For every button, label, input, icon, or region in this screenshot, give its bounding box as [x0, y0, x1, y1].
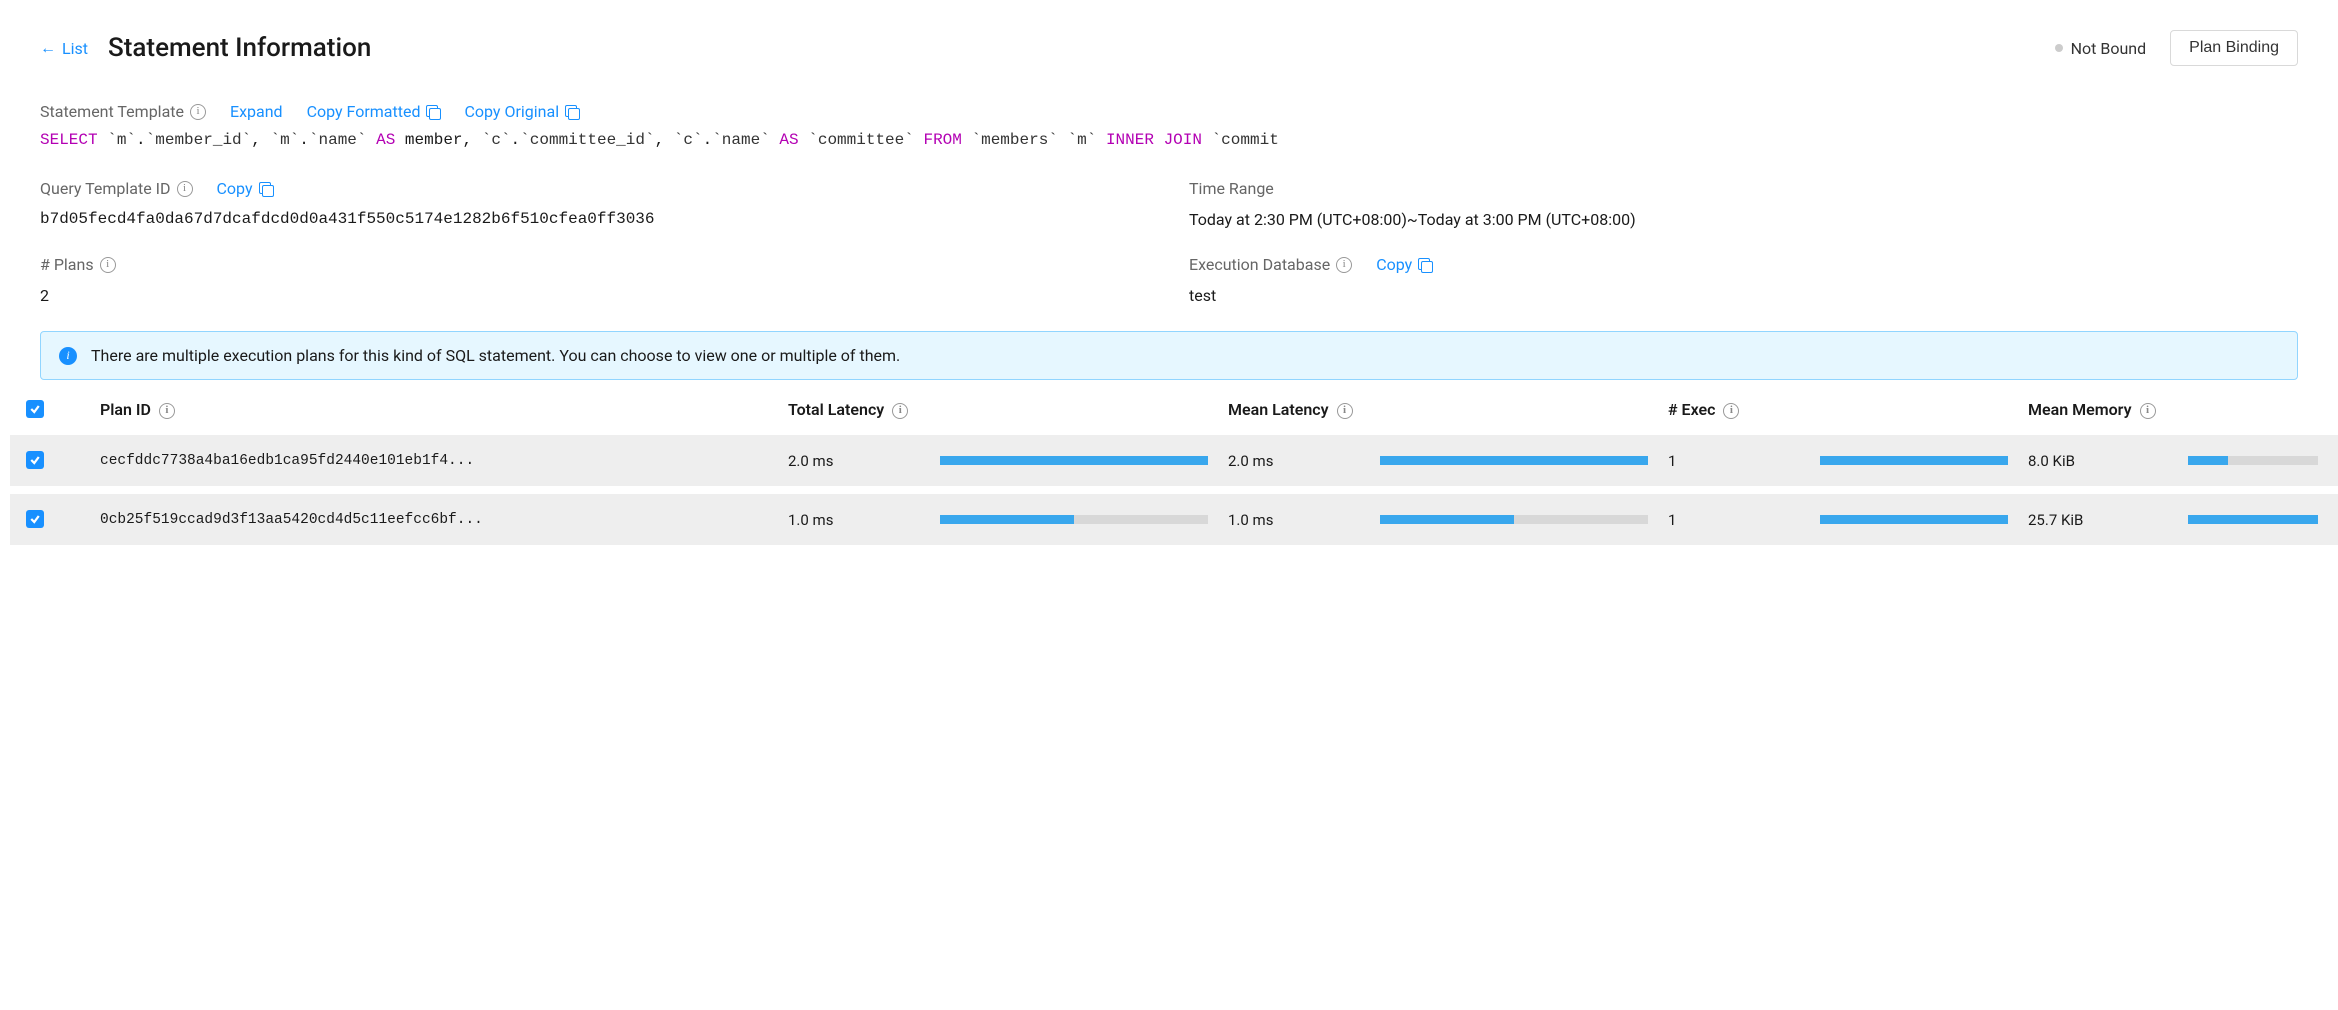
status-text: Not Bound — [2071, 39, 2147, 58]
row-checkbox[interactable] — [26, 510, 44, 528]
select-all-checkbox[interactable] — [26, 400, 44, 418]
binding-status: Not Bound — [2055, 39, 2147, 58]
col-exec[interactable]: # Exec i — [1658, 384, 2018, 435]
back-label: List — [62, 39, 88, 58]
table-row[interactable]: cecfddc7738a4ba16edb1ca95fd2440e101eb1f4… — [10, 435, 2338, 490]
header-right: Not Bound Plan Binding — [2055, 30, 2298, 66]
info-icon: i — [59, 347, 77, 365]
total-latency-bar — [940, 456, 1208, 465]
time-range-field: Time Range Today at 2:30 PM (UTC+08:00)~… — [1189, 179, 2298, 229]
plans-table-wrap: Plan ID i Total Latency i Mean Latency i… — [10, 384, 2338, 545]
copy-icon — [426, 105, 440, 119]
col-total-latency[interactable]: Total Latency i — [778, 384, 1218, 435]
execution-database-field: Execution Database i Copy test — [1189, 255, 2298, 305]
exec-value: 1 — [1658, 435, 1810, 490]
statement-template-label: Statement Template i — [40, 102, 206, 121]
query-template-id-label: Query Template ID i — [40, 179, 193, 198]
info-icon[interactable]: i — [1336, 257, 1352, 273]
plan-binding-button[interactable]: Plan Binding — [2170, 30, 2298, 66]
info-icon[interactable]: i — [892, 403, 908, 419]
mean-latency-value: 1.0 ms — [1218, 490, 1370, 545]
exec-value: 1 — [1658, 490, 1810, 545]
time-range-value: Today at 2:30 PM (UTC+08:00)~Today at 3:… — [1189, 210, 2298, 229]
plans-value: 2 — [40, 286, 1149, 305]
mean-memory-value: 8.0 KiB — [2018, 435, 2178, 490]
time-range-label: Time Range — [1189, 179, 1274, 198]
query-template-id-field: Query Template ID i Copy b7d05fecd4fa0da… — [40, 179, 1149, 229]
row-checkbox[interactable] — [26, 451, 44, 469]
col-mean-memory[interactable]: Mean Memory i — [2018, 384, 2338, 435]
page-title: Statement Information — [108, 33, 371, 63]
copy-query-template-id-link[interactable]: Copy — [217, 179, 273, 198]
table-row[interactable]: 0cb25f519ccad9d3f13aa5420cd4d5c11eefcc6b… — [10, 490, 2338, 545]
alert-text: There are multiple execution plans for t… — [91, 346, 900, 365]
plan-id-cell: cecfddc7738a4ba16edb1ca95fd2440e101eb1f4… — [100, 453, 510, 469]
total-latency-value: 1.0 ms — [778, 490, 930, 545]
copy-icon — [259, 182, 273, 196]
mean-latency-bar — [1380, 515, 1648, 524]
query-template-id-value: b7d05fecd4fa0da67d7dcafdcd0d0a431f550c51… — [40, 210, 1149, 228]
mean-memory-bar — [2188, 456, 2318, 465]
mean-memory-bar — [2188, 515, 2318, 524]
table-header-row: Plan ID i Total Latency i Mean Latency i… — [10, 384, 2338, 435]
multi-plan-alert: i There are multiple execution plans for… — [40, 331, 2298, 380]
col-plan-id[interactable]: Plan ID i — [90, 384, 778, 435]
copy-icon — [565, 105, 579, 119]
copy-icon — [1418, 258, 1432, 272]
back-link[interactable]: ← List — [40, 38, 88, 58]
info-icon[interactable]: i — [2140, 403, 2156, 419]
info-icon[interactable]: i — [1337, 403, 1353, 419]
exec-bar — [1820, 515, 2008, 524]
total-latency-bar — [940, 515, 1208, 524]
total-latency-value: 2.0 ms — [778, 435, 930, 490]
statement-template-toolbar: Statement Template i Expand Copy Formatt… — [40, 102, 2298, 121]
meta-grid: Query Template ID i Copy b7d05fecd4fa0da… — [40, 179, 2298, 305]
header-row: ← List Statement Information Not Bound P… — [40, 30, 2298, 66]
info-icon[interactable]: i — [100, 257, 116, 273]
execution-database-label: Execution Database i — [1189, 255, 1352, 274]
statement-sql: SELECT `m`.`member_id`, `m`.`name` AS me… — [40, 131, 2298, 149]
status-dot-icon — [2055, 44, 2063, 52]
copy-execution-database-link[interactable]: Copy — [1376, 255, 1432, 274]
info-icon[interactable]: i — [1723, 403, 1739, 419]
arrow-left-icon: ← — [40, 38, 56, 58]
exec-bar — [1820, 456, 2008, 465]
copy-original-link[interactable]: Copy Original — [464, 102, 579, 121]
plan-id-cell: 0cb25f519ccad9d3f13aa5420cd4d5c11eefcc6b… — [100, 512, 510, 528]
info-icon[interactable]: i — [159, 403, 175, 419]
mean-latency-bar — [1380, 456, 1648, 465]
info-icon[interactable]: i — [177, 181, 193, 197]
plans-table: Plan ID i Total Latency i Mean Latency i… — [10, 384, 2338, 545]
plans-label: # Plans i — [40, 255, 116, 274]
mean-memory-value: 25.7 KiB — [2018, 490, 2178, 545]
info-icon[interactable]: i — [190, 104, 206, 120]
copy-formatted-link[interactable]: Copy Formatted — [307, 102, 441, 121]
col-mean-latency[interactable]: Mean Latency i — [1218, 384, 1658, 435]
expand-link[interactable]: Expand — [230, 102, 283, 121]
execution-database-value: test — [1189, 286, 2298, 305]
mean-latency-value: 2.0 ms — [1218, 435, 1370, 490]
plans-field: # Plans i 2 — [40, 255, 1149, 305]
